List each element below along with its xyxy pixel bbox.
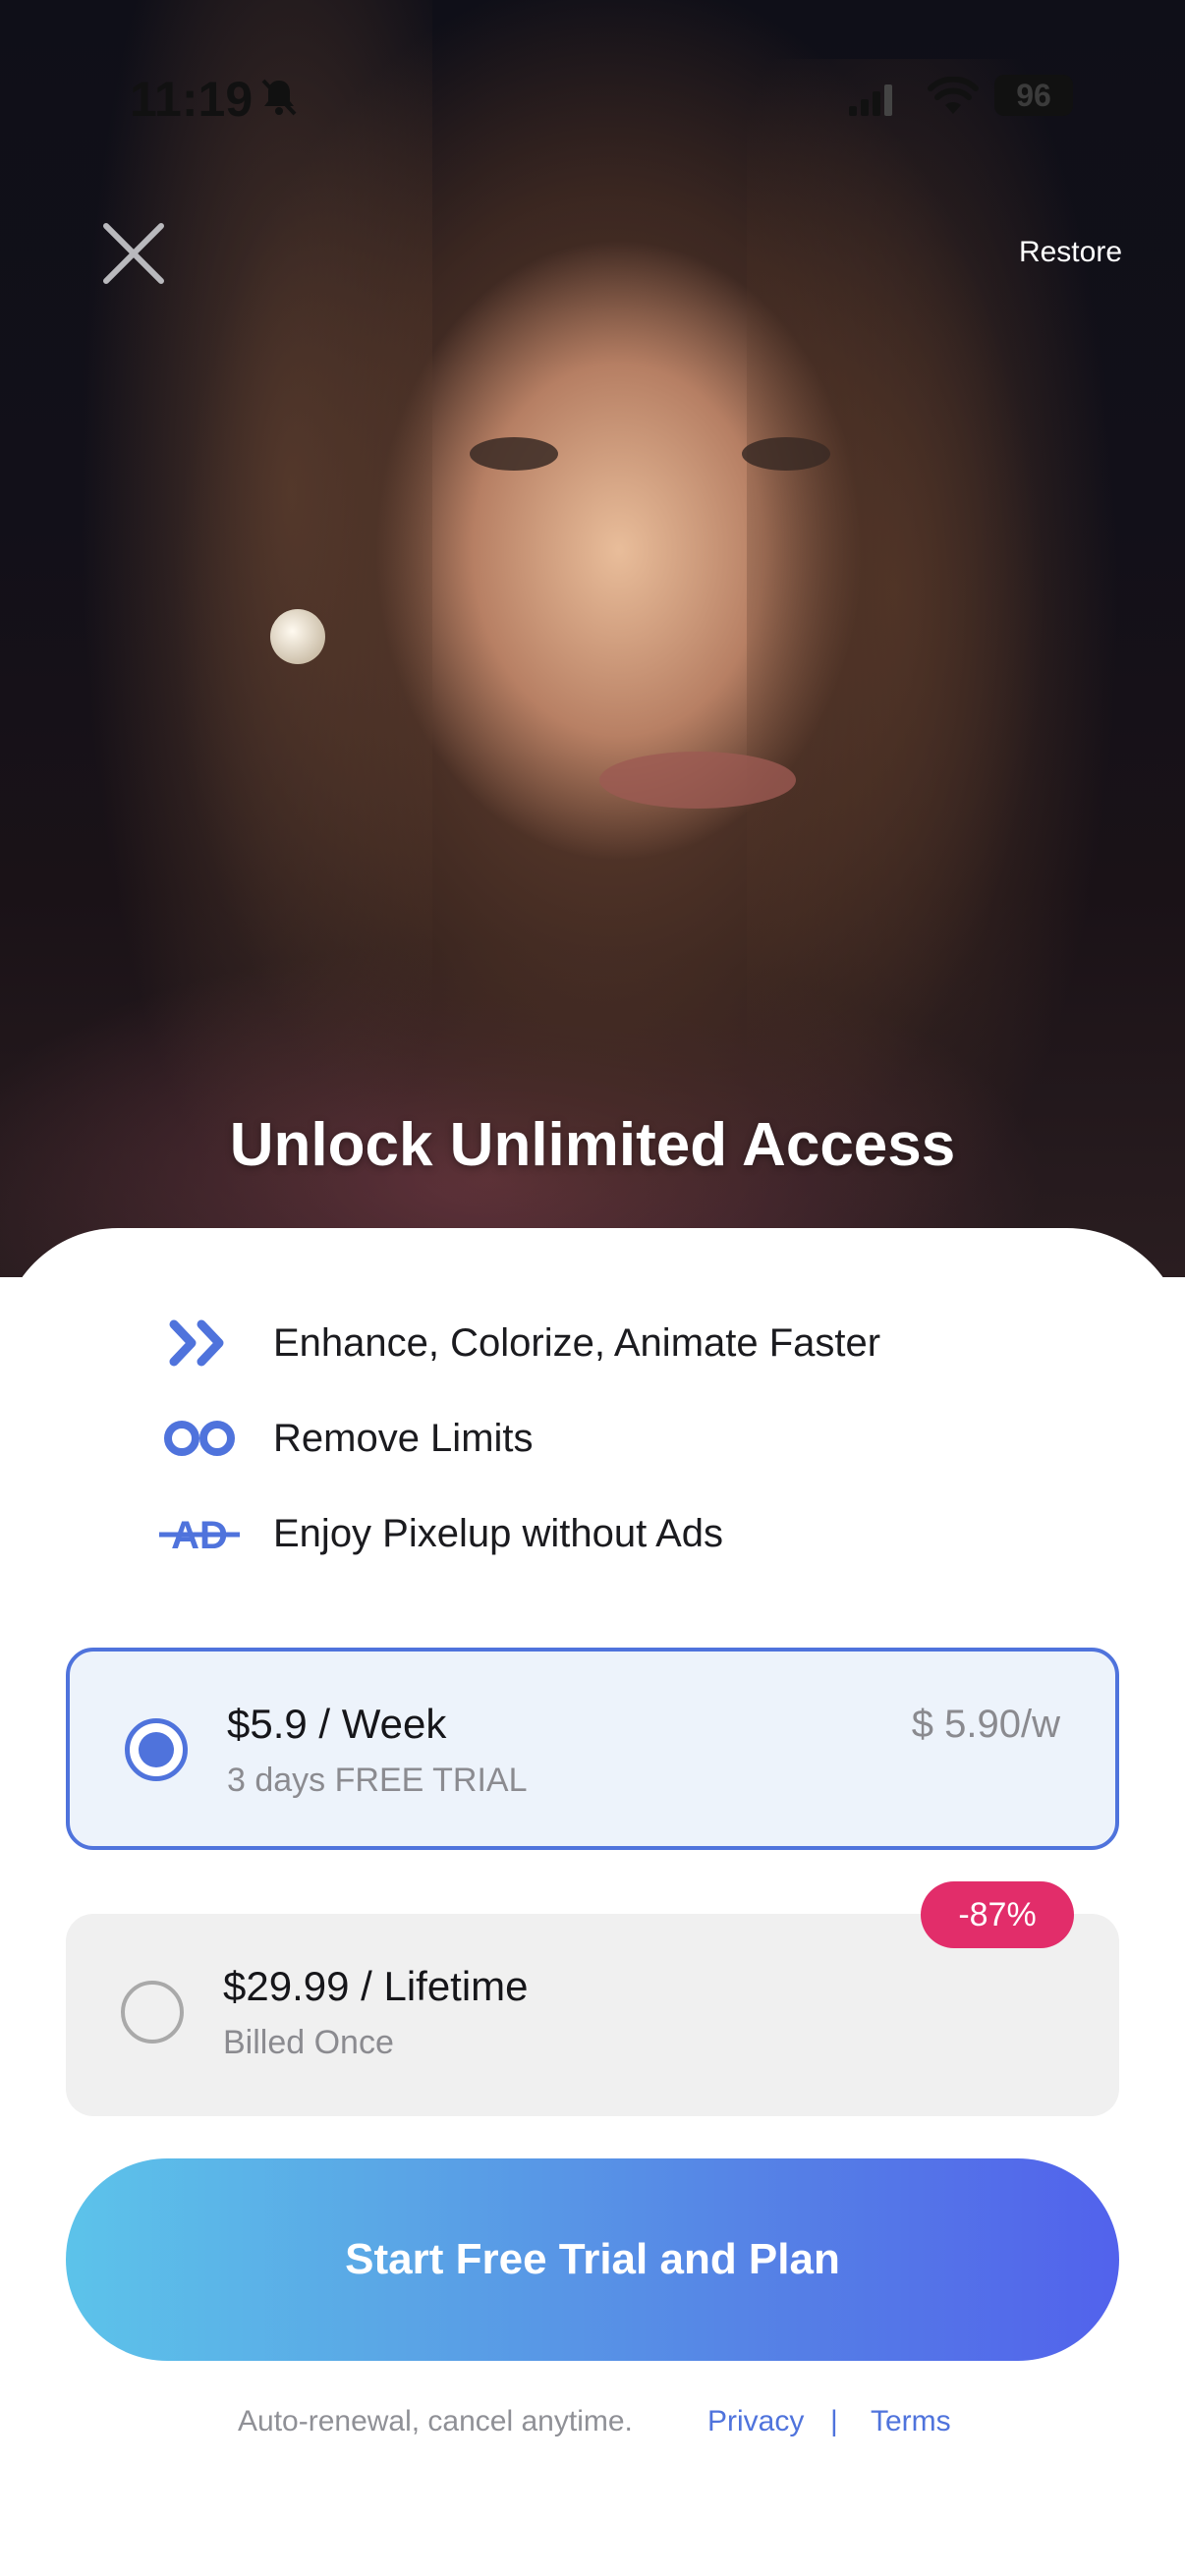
- start-trial-button[interactable]: Start Free Trial and Plan: [66, 2158, 1119, 2361]
- plan-title: $29.99 / Lifetime: [223, 1963, 529, 2009]
- earring: [270, 609, 325, 664]
- hair-left: [79, 0, 432, 1228]
- wifi-icon: [928, 77, 979, 114]
- infinity-icon: [157, 1409, 242, 1468]
- plan-weekly[interactable]: $5.9 / Week 3 days FREE TRIAL $ 5.90/w: [66, 1648, 1119, 1850]
- radio-selected[interactable]: [125, 1718, 188, 1781]
- no-ads-icon: AD: [157, 1504, 242, 1563]
- feature-item-limits: Remove Limits: [157, 1404, 534, 1473]
- plan-title: $5.9 / Week: [227, 1701, 447, 1747]
- auto-renew-note: Auto-renewal, cancel anytime.: [238, 2405, 633, 2437]
- bell-muted-icon: [261, 79, 297, 116]
- battery-indicator: 96: [994, 75, 1073, 116]
- cellular-signal-icon: [849, 84, 892, 116]
- status-time: 11:19: [130, 72, 254, 127]
- hero-portrait-image: [0, 0, 1185, 1277]
- feature-label: Remove Limits: [273, 1416, 534, 1460]
- left-eye: [470, 437, 558, 471]
- feature-item-faster: Enhance, Colorize, Animate Faster: [157, 1309, 880, 1377]
- radio-unselected[interactable]: [121, 1981, 184, 2044]
- plan-price-per-week: $ 5.90/w: [911, 1703, 1060, 1746]
- right-eye: [742, 437, 830, 471]
- feature-label: Enjoy Pixelup without Ads: [273, 1511, 724, 1555]
- lips: [599, 752, 796, 809]
- page-title: Unlock Unlimited Access: [229, 1111, 956, 1179]
- plan-subtitle: 3 days FREE TRIAL: [227, 1762, 528, 1799]
- footer-separator: |: [830, 2405, 838, 2437]
- double-chevron-right-icon: [157, 1314, 242, 1372]
- plan-subtitle: Billed Once: [223, 2024, 394, 2061]
- privacy-link[interactable]: Privacy: [707, 2405, 804, 2444]
- terms-link[interactable]: Terms: [871, 2405, 951, 2444]
- discount-badge: -87%: [921, 1881, 1074, 1948]
- restore-button[interactable]: Restore: [1019, 236, 1122, 269]
- feature-item-no-ads: AD Enjoy Pixelup without Ads: [157, 1499, 723, 1568]
- feature-label: Enhance, Colorize, Animate Faster: [273, 1320, 881, 1365]
- close-button[interactable]: [98, 218, 169, 289]
